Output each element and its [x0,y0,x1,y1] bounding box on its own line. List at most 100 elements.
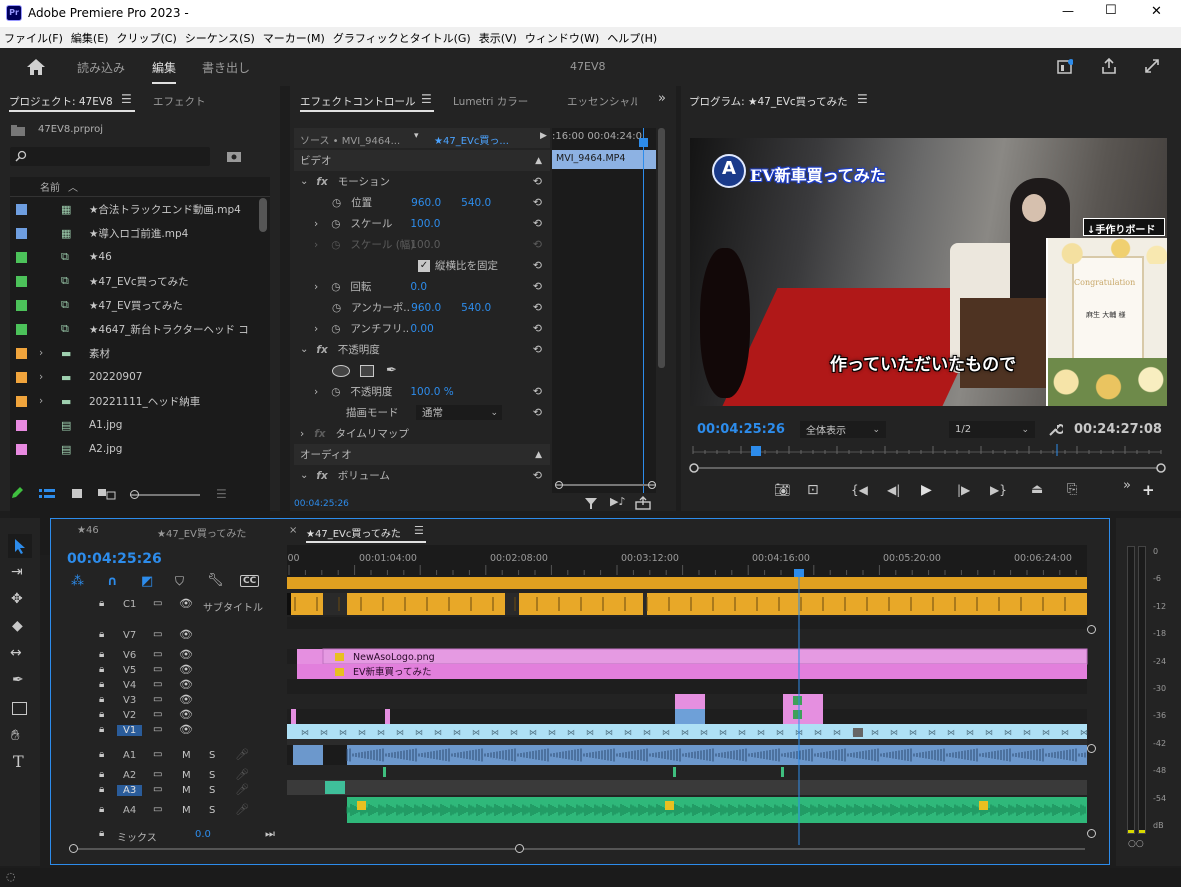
track-label[interactable]: V3 [123,695,136,706]
list-item[interactable]: ▦ ★合法トラックエンド動画.mp4 [10,197,270,221]
menu-graphics[interactable]: グラフィックとタイトル(G) [333,30,471,46]
solo-button[interactable]: S [209,785,215,796]
ec-scrollbar[interactable] [658,128,665,368]
freeform-view-icon[interactable] [97,487,117,500]
fullscreen-icon[interactable] [1144,58,1160,74]
microphone-icon[interactable]: 🎤︎ [235,783,249,796]
sync-icon[interactable]: ▭ [153,679,162,690]
play-clip-icon[interactable]: ▶ [540,131,547,141]
razor-tool-icon[interactable]: ◆ [12,618,23,634]
reset-icon[interactable]: ⟲ [533,280,542,293]
timeline-vscroll[interactable] [1087,744,1096,753]
expand-arrow-icon[interactable]: › [39,395,55,407]
menu-marker[interactable]: マーカー(M) [263,30,325,46]
clip-newasologo-body[interactable] [322,648,1088,665]
lock-icon[interactable]: 🔒︎ [99,828,104,839]
timeline-tab-47ev[interactable]: ★47_EV買ってみた [157,525,246,540]
selection-tool[interactable] [8,534,32,558]
rectangle-mask-icon[interactable] [360,364,374,377]
microphone-icon[interactable]: 🎤︎ [235,768,249,781]
sync-icon[interactable]: ▭ [153,694,162,705]
ec-bottom-scroll[interactable] [556,484,656,486]
tab-import[interactable]: 読み込み [77,59,125,76]
menu-edit[interactable]: 編集(E) [71,30,109,46]
panel-menu-icon[interactable]: ☰ [857,92,868,106]
reset-icon[interactable]: ⟲ [533,343,542,356]
track-label[interactable]: V4 [123,680,136,691]
label-color-swatch[interactable] [16,251,27,263]
add-button-icon[interactable]: + [1142,481,1155,499]
program-timecode[interactable]: 00:04:25:26 [697,422,785,437]
audio-clip-a2[interactable] [383,767,386,777]
program-mini-ruler[interactable] [689,444,1169,474]
export-frame-icon[interactable] [635,496,651,510]
eye-icon[interactable]: 👁︎ [179,663,193,676]
search-input[interactable] [10,147,210,166]
stopwatch-icon[interactable]: ◷ [332,302,341,314]
lock-icon[interactable]: 🔒︎ [99,694,104,705]
timeline-hscroll-track[interactable] [73,848,1085,850]
menu-file[interactable]: ファイル(F) [4,30,63,46]
panel-menu-icon[interactable]: ☰ [121,92,132,106]
tab-export[interactable]: 書き出し [202,59,250,76]
scroll-handle-left[interactable] [555,481,563,489]
mute-button[interactable]: M [182,770,191,781]
motion-effect[interactable]: ⌄ fx モーション ⟲ [294,171,550,192]
eye-icon[interactable]: 👁︎ [179,597,193,610]
reset-icon[interactable]: ⟲ [533,469,542,482]
timeline-hscroll-left[interactable] [69,844,78,853]
reset-icon[interactable]: ⟲ [533,301,542,314]
panel-menu-icon[interactable]: ☰ [414,524,424,537]
microphone-icon[interactable]: 🎤︎ [235,748,249,761]
track-label[interactable]: V7 [123,630,136,641]
zoom-select[interactable]: 全体表示 ⌄ [800,421,886,438]
eye-icon[interactable]: 👁︎ [179,708,193,721]
solo-button[interactable]: S [209,805,215,816]
pen-tool-icon[interactable]: ✒ [12,672,24,688]
stopwatch-icon[interactable]: ◷ [331,218,340,230]
expand-icon[interactable]: › [314,386,318,398]
list-item[interactable]: ▤ A1.jpg [10,413,270,437]
label-color-swatch[interactable] [16,347,27,359]
reset-icon[interactable]: ⟲ [533,217,542,230]
stopwatch-icon[interactable]: ◷ [331,386,340,398]
expand-icon[interactable]: › [314,281,318,293]
position-x-value[interactable]: 960.0 [411,197,461,209]
play-button[interactable]: ▶ [921,482,932,498]
solo-button[interactable]: S [209,770,215,781]
camera-icon[interactable]: 📷︎ [774,483,791,498]
source-label[interactable]: ソース • MVI_9464... [300,132,400,147]
track-select-tool-icon[interactable]: ⇥ [11,564,23,580]
reset-icon[interactable]: ⟲ [533,196,542,209]
label-color-swatch[interactable] [16,299,27,311]
ripple-edit-tool-icon[interactable]: ✥ [11,591,23,607]
audio-clip-a2[interactable] [673,767,676,777]
timeline-tracks[interactable]: 00:01:04:00 00:02:08:00 00:03:12:00 00:04:1… [287,545,1095,845]
stopwatch-icon[interactable]: ◷ [331,323,340,335]
resolution-select[interactable]: 1/2 ⌄ [949,421,1035,438]
zoom-slider-handle[interactable] [130,490,139,499]
reset-icon[interactable]: ⟲ [533,406,542,419]
mute-button[interactable]: M [182,785,191,796]
stopwatch-icon[interactable]: ◷ [331,281,340,293]
sync-icon[interactable]: ▭ [153,629,162,640]
ec-timecode[interactable]: 00:04:25:26 [294,499,349,509]
lock-icon[interactable]: 🔒︎ [99,724,104,735]
label-color-swatch[interactable] [16,323,27,335]
audio-clip-a1[interactable] [293,745,323,765]
list-item[interactable]: ▦ ★導入ロゴ前進.mp4 [10,221,270,245]
step-back-icon[interactable]: ◀| [887,483,900,497]
pencil-icon[interactable] [10,486,24,500]
graphic-clip[interactable] [385,709,390,724]
linked-selection-icon[interactable]: ◩ [141,574,153,589]
track-label[interactable]: V5 [123,665,136,676]
lock-icon[interactable]: 🔒︎ [99,598,104,609]
more-controls-icon[interactable]: » [1123,478,1131,493]
expand-icon[interactable]: ⌄ [300,176,308,187]
timeline-vscroll[interactable] [1087,829,1096,838]
microphone-icon[interactable]: 🎤︎ [235,803,249,816]
label-color-swatch[interactable] [16,443,27,455]
label-color-swatch[interactable] [16,371,27,383]
track-label[interactable]: A4 [123,805,136,816]
expand-arrow-icon[interactable]: › [39,347,55,359]
